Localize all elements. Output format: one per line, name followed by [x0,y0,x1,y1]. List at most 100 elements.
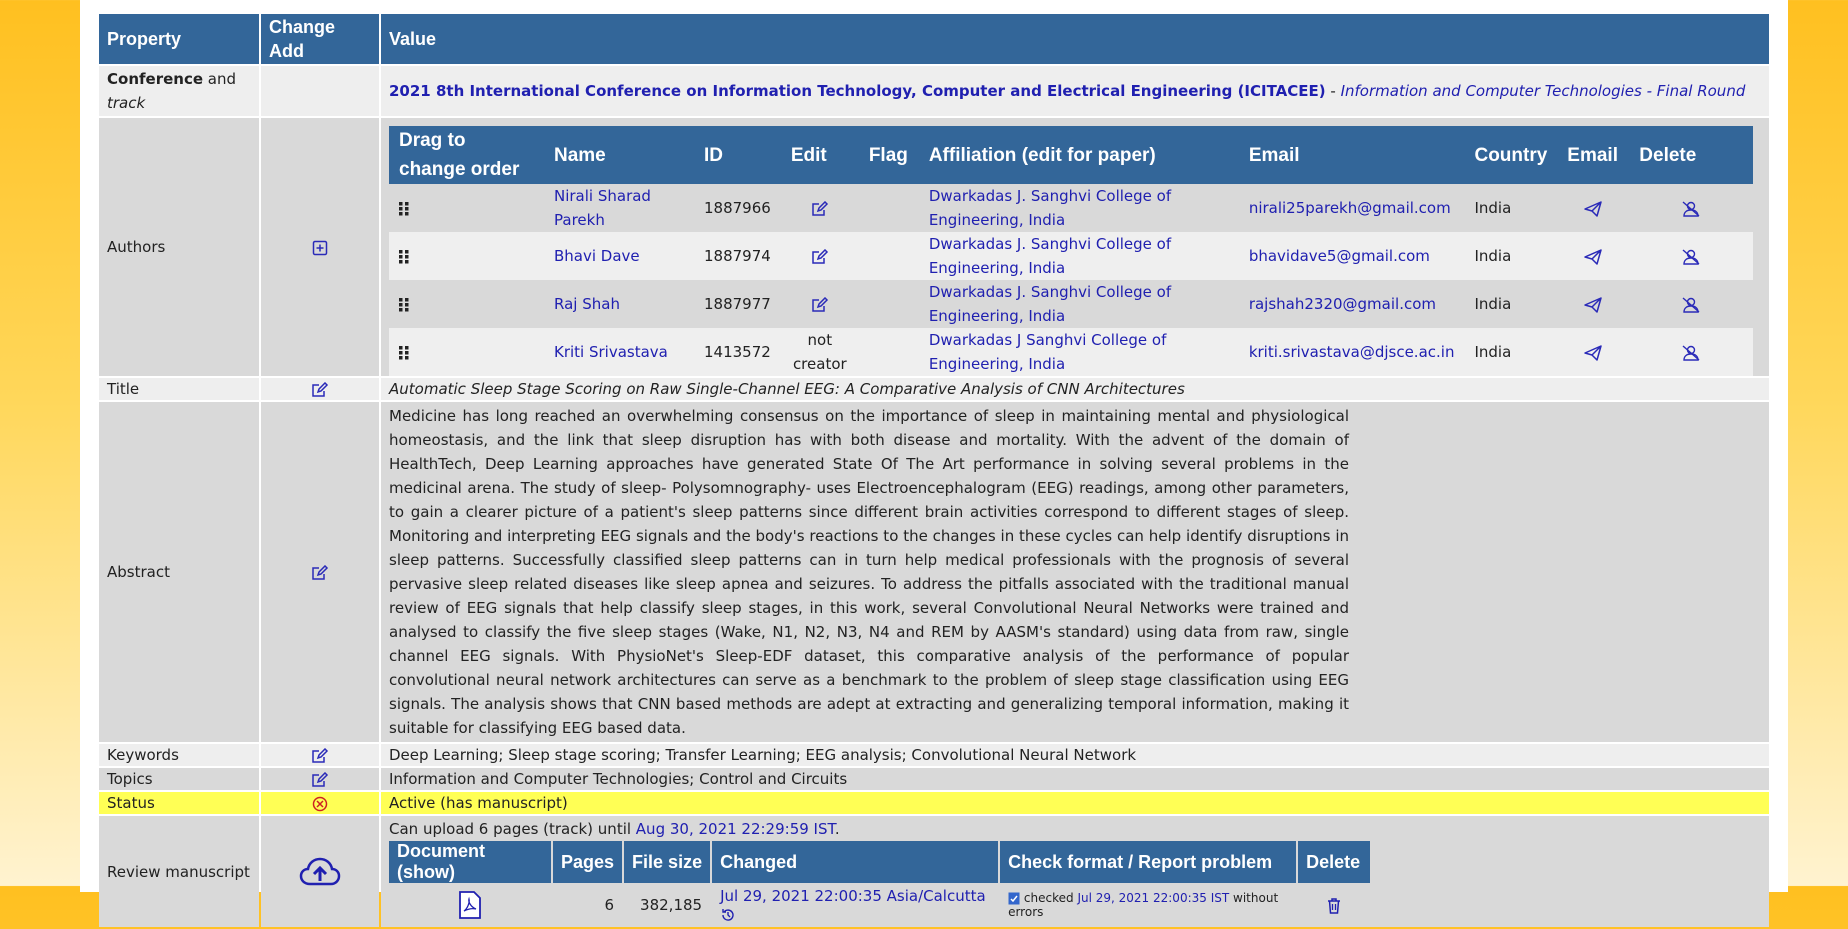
delete-author-icon[interactable] [1682,296,1700,313]
edit-topics-icon[interactable] [311,771,329,788]
col-doc-delete: Delete [1298,841,1371,883]
col-edit: Edit [780,126,859,184]
author-email[interactable]: bhavidave5@gmail.com [1249,247,1430,265]
author-name[interactable]: Kriti Srivastava [554,343,668,361]
author-name[interactable]: Nirali Sharad Parekh [554,187,651,229]
conference-name-link[interactable]: 2021 8th International Conference on Inf… [389,82,1326,100]
col-email: Email [1238,126,1465,184]
author-affiliation[interactable]: Dwarkadas J. Sanghvi College of Engineer… [929,283,1171,325]
author-id: 1413572 [694,328,781,376]
abstract-label: Abstract [99,402,259,742]
author-row: Nirali Sharad Parekh 1887966 Dwarkadas J… [389,184,1753,232]
content-panel: Property Change Add Value Conference and… [80,0,1788,927]
author-edit-cell [780,232,859,280]
pdf-file-icon[interactable] [458,891,482,919]
author-email[interactable]: kriti.srivastava@djsce.ac.in [1249,343,1455,361]
topics-row: Topics Information and Computer Technolo… [99,768,1769,790]
add-author-icon[interactable] [312,240,328,256]
conference-label: Conference and track [99,66,259,116]
author-flag [858,232,919,280]
author-flag [858,184,919,232]
author-id: 1887966 [694,184,781,232]
author-id: 1887977 [694,280,781,328]
author-country: India [1464,280,1558,328]
col-delete: Delete [1629,126,1753,184]
upload-deadline[interactable]: Aug 30, 2021 22:29:59 IST [636,820,835,838]
delete-author-icon[interactable] [1682,248,1700,265]
upload-limit-text: Can upload 6 pages (track) until [389,820,636,838]
documents-table: Document (show) Pages File size Changed … [387,839,1372,927]
header-change-add: Change Add [261,14,379,64]
review-label: Review manuscript [99,816,259,927]
conference-track-link[interactable]: Information and Computer Technologies - … [1341,82,1746,100]
authors-label: Authors [99,118,259,376]
title-row: Title Automatic Sleep Stage Scoring on R… [99,378,1769,400]
drag-handle[interactable] [389,184,544,232]
header-value: Value [381,14,1769,64]
authors-row: Authors Drag to change order Name ID Edi… [99,118,1769,376]
drag-handle-icon[interactable] [399,345,409,360]
check-time[interactable]: Jul 29, 2021 22:00:35 IST [1077,891,1229,905]
topics-value: Information and Computer Technologies; C… [381,768,1769,790]
upload-deadline-end: . [834,820,840,838]
status-value: Active (has manuscript) [381,792,1769,814]
author-name[interactable]: Bhavi Dave [554,247,640,265]
history-icon[interactable] [720,907,736,923]
trash-icon[interactable] [1327,897,1341,914]
author-flag [858,328,919,376]
edit-keywords-icon[interactable] [311,747,329,764]
drag-handle-icon[interactable] [399,297,409,312]
table-header: Property Change Add Value [99,14,1769,64]
col-changed: Changed [712,841,999,883]
author-affiliation[interactable]: Dwarkadas J. Sanghvi College of Engineer… [929,235,1171,277]
send-email-icon[interactable] [1584,344,1603,361]
send-email-icon[interactable] [1584,200,1603,217]
author-name[interactable]: Raj Shah [554,295,620,313]
drag-handle[interactable] [389,232,544,280]
author-flag [858,280,919,328]
upload-cloud-icon[interactable] [299,857,341,887]
conference-separator: - [1325,82,1341,100]
edit-icon[interactable] [811,200,829,217]
keywords-label: Keywords [99,744,259,766]
author-email[interactable]: nirali25parekh@gmail.com [1249,199,1451,217]
author-id: 1887974 [694,232,781,280]
author-row: Kriti Srivastava 1413572 not creator Dwa… [389,328,1753,376]
drag-handle[interactable] [389,280,544,328]
drag-handle[interactable] [389,328,544,376]
drag-handle-icon[interactable] [399,201,409,216]
send-email-icon[interactable] [1584,248,1603,265]
author-email[interactable]: rajshah2320@gmail.com [1249,295,1436,313]
author-country: India [1464,232,1558,280]
title-label: Title [99,378,259,400]
delete-author-icon[interactable] [1682,200,1700,217]
author-affiliation[interactable]: Dwarkadas J. Sanghvi College of Engineer… [929,187,1171,229]
author-affiliation[interactable]: Dwarkadas J Sanghvi College of Engineeri… [929,331,1167,373]
edit-icon[interactable] [811,296,829,313]
keywords-row: Keywords Deep Learning; Sleep stage scor… [99,744,1769,766]
doc-changed[interactable]: Jul 29, 2021 22:00:35 Asia/Calcutta [720,887,986,905]
authors-table: Drag to change order Name ID Edit Flag A… [389,126,1753,376]
conference-row: Conference and track 2021 8th Internatio… [99,66,1769,116]
status-row: Status Active (has manuscript) [99,792,1769,814]
delete-author-icon[interactable] [1682,344,1700,361]
col-drag: Drag to change order [389,126,544,184]
col-flag: Flag [858,126,919,184]
drag-handle-icon[interactable] [399,249,409,264]
withdraw-icon[interactable] [312,796,328,812]
conference-label-track: track [107,94,146,112]
edit-icon[interactable] [811,248,829,265]
author-country: India [1464,328,1558,376]
edit-title-icon[interactable] [311,381,329,398]
doc-file-size: 382,185 [624,885,711,925]
author-edit-cell [780,184,859,232]
title-value: Automatic Sleep Stage Scoring on Raw Sin… [381,378,1769,400]
send-email-icon[interactable] [1584,296,1603,313]
col-pages: Pages [553,841,623,883]
edit-abstract-icon[interactable] [311,564,329,581]
col-id: ID [694,126,781,184]
col-affiliation: Affiliation (edit for paper) [918,126,1239,184]
col-check-format: Check format / Report problem [1000,841,1297,883]
status-label: Status [99,792,259,814]
author-row: Bhavi Dave 1887974 Dwarkadas J. Sanghvi … [389,232,1753,280]
